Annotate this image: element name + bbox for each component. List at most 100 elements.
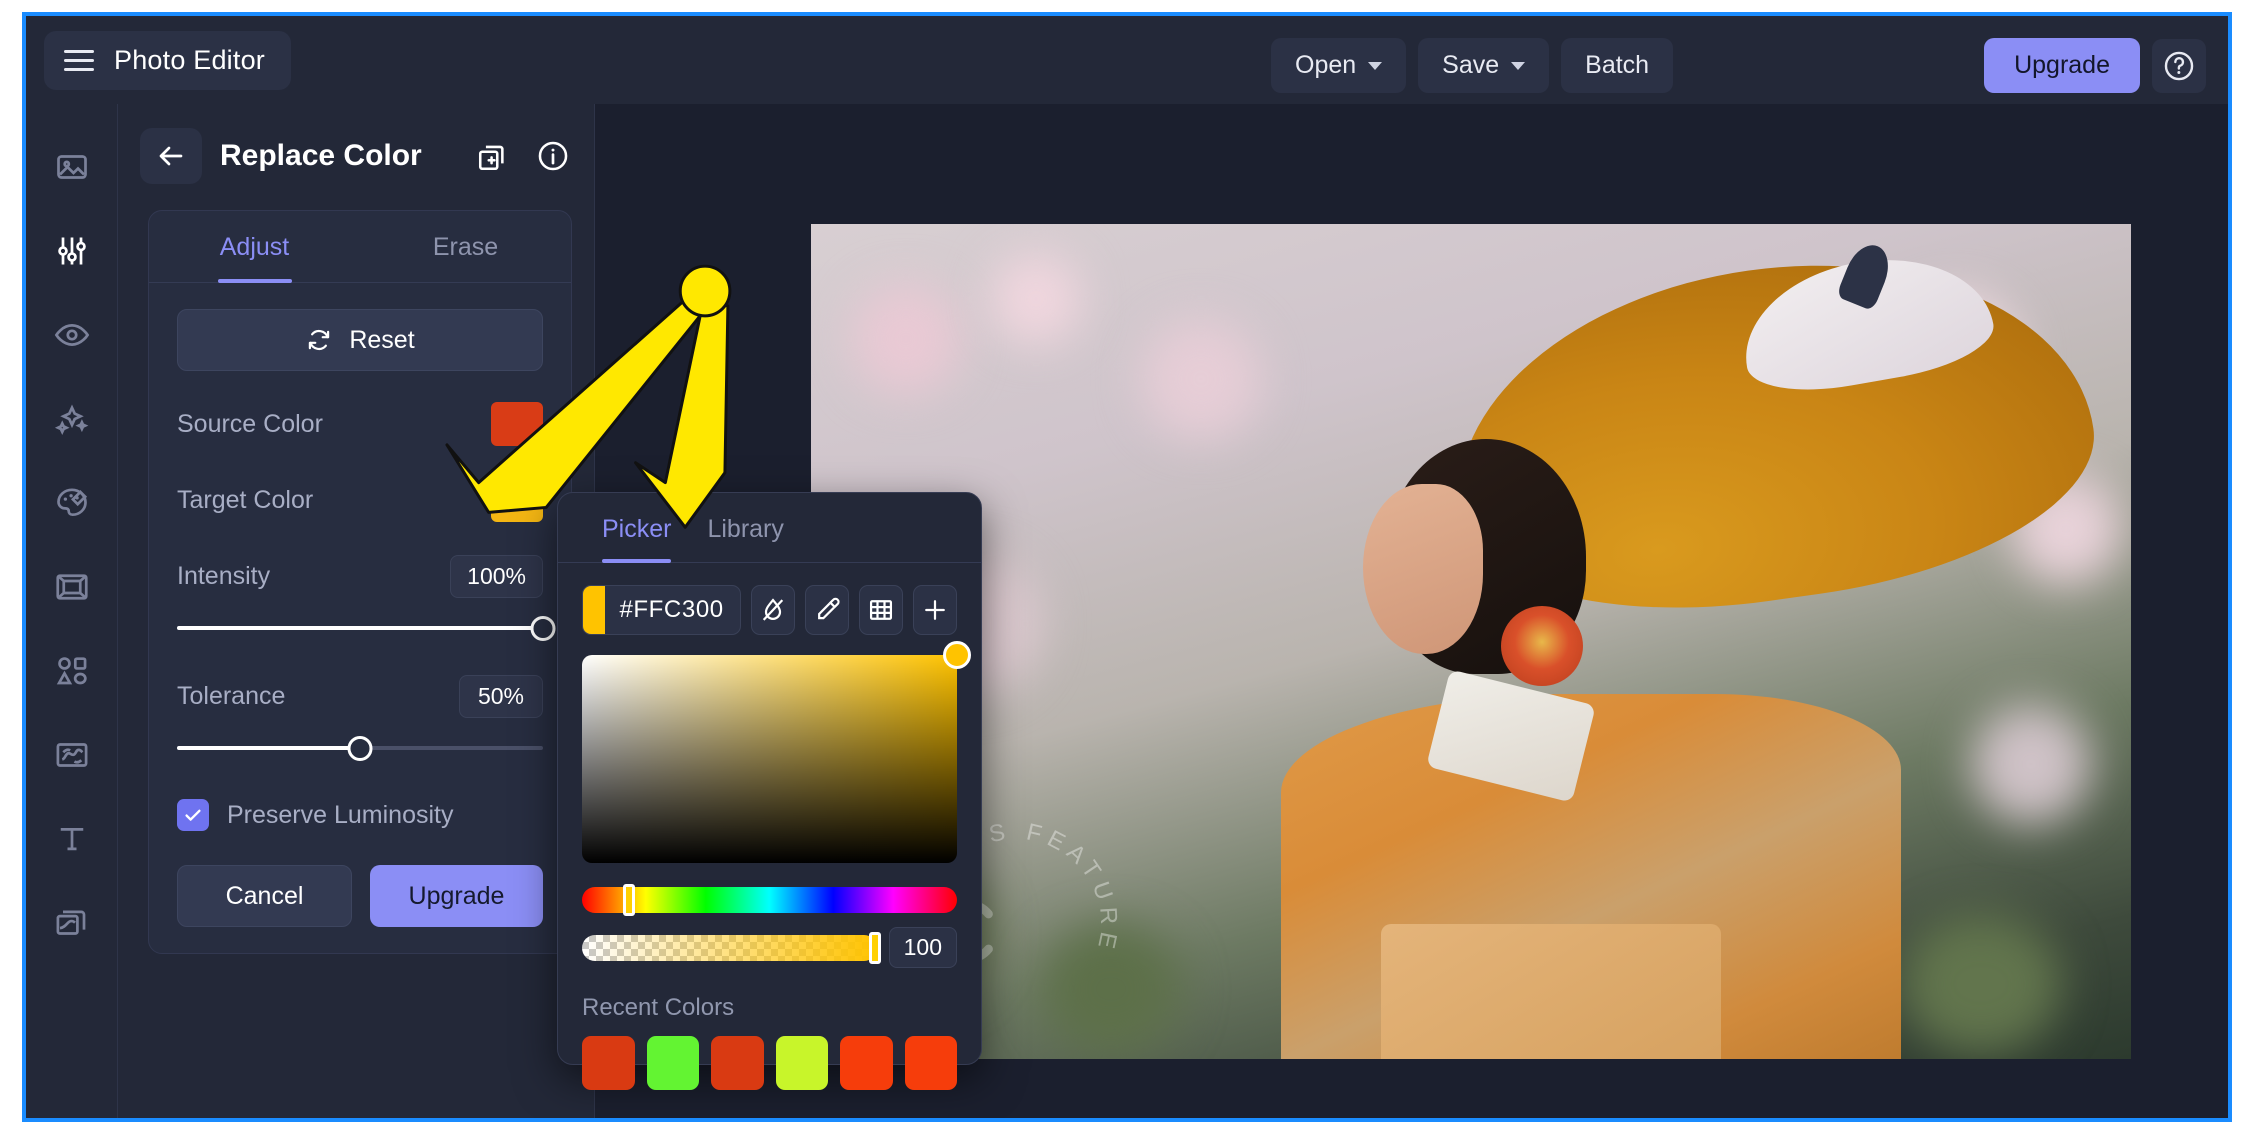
color-picker-popup[interactable]: Picker Library #FFC300 100 Recent Colors bbox=[557, 492, 982, 1090]
top-bar-right: Upgrade bbox=[1984, 38, 2206, 93]
tab-erase[interactable]: Erase bbox=[360, 211, 571, 282]
recent-color-swatch[interactable] bbox=[646, 1036, 699, 1090]
sidebar-item-effects-tool[interactable] bbox=[49, 396, 95, 442]
sidebar-item-paint-tool[interactable] bbox=[49, 480, 95, 526]
sidebar-item-layers-tool[interactable] bbox=[49, 900, 95, 946]
panel-card: Adjust Erase Reset Source Color Target C… bbox=[148, 210, 572, 954]
current-color-swatch bbox=[583, 586, 606, 634]
layers-icon bbox=[56, 910, 85, 935]
hue-slider-knob[interactable] bbox=[622, 884, 635, 916]
hamburger-icon[interactable] bbox=[64, 49, 94, 71]
duplicate-layer-button[interactable] bbox=[472, 135, 514, 177]
tab-picker[interactable]: Picker bbox=[584, 493, 689, 563]
top-bar: Photo Editor Open Save Batch Upgrade bbox=[26, 16, 2228, 104]
sidebar-item-texture-tool[interactable] bbox=[49, 732, 95, 778]
hex-value[interactable]: #FFC300 bbox=[605, 596, 739, 624]
sidebar-item-image-tool[interactable] bbox=[49, 144, 95, 190]
info-button[interactable] bbox=[532, 135, 574, 177]
preserve-luminosity-checkbox[interactable] bbox=[177, 799, 209, 831]
alpha-slider-knob[interactable] bbox=[868, 931, 881, 964]
app-brand-button[interactable]: Photo Editor bbox=[44, 30, 291, 90]
cancel-button[interactable]: Cancel bbox=[177, 865, 352, 927]
sidebar-item-adjustments-tool[interactable] bbox=[49, 228, 95, 274]
preserve-luminosity-row[interactable]: Preserve Luminosity bbox=[177, 799, 543, 831]
eyedropper-button[interactable] bbox=[804, 585, 849, 635]
no-color-button[interactable] bbox=[750, 585, 795, 635]
recent-color-swatch[interactable] bbox=[775, 1036, 828, 1090]
reset-button-label: Reset bbox=[349, 325, 415, 354]
upgrade-top-button[interactable]: Upgrade bbox=[1984, 38, 2140, 93]
intensity-slider-knob[interactable] bbox=[530, 616, 556, 641]
hair-flower-shape bbox=[1501, 606, 1583, 686]
refresh-icon bbox=[309, 329, 330, 351]
hue-slider[interactable] bbox=[582, 884, 957, 916]
open-button[interactable]: Open bbox=[1271, 38, 1407, 93]
eyedropper-icon bbox=[817, 597, 840, 620]
chevron-down-icon bbox=[1511, 61, 1526, 70]
save-button-label: Save bbox=[1442, 51, 1500, 79]
source-color-row: Source Color bbox=[177, 401, 543, 447]
tool-rail bbox=[26, 104, 118, 1118]
picker-tabs: Picker Library bbox=[558, 493, 981, 563]
help-button[interactable] bbox=[2152, 38, 2206, 93]
intensity-slider-fill bbox=[177, 626, 543, 630]
perspective-frame-icon bbox=[55, 574, 88, 600]
adjustments-icon bbox=[57, 237, 86, 265]
shapes-icon bbox=[56, 657, 87, 685]
target-color-swatch[interactable] bbox=[491, 478, 543, 522]
info-circle-icon bbox=[538, 141, 568, 171]
palette-grid-button[interactable] bbox=[858, 585, 903, 635]
intensity-slider[interactable] bbox=[177, 613, 556, 643]
tab-adjust[interactable]: Adjust bbox=[149, 211, 360, 282]
recent-color-swatch[interactable] bbox=[904, 1036, 957, 1090]
recent-color-swatch[interactable] bbox=[840, 1036, 893, 1090]
palette-icon bbox=[56, 488, 87, 517]
arrow-left-icon bbox=[159, 146, 183, 166]
saturation-value-knob[interactable] bbox=[943, 641, 971, 669]
texture-mask-icon bbox=[56, 743, 87, 767]
recent-color-swatch[interactable] bbox=[711, 1036, 764, 1090]
recent-color-swatch[interactable] bbox=[582, 1036, 635, 1090]
alpha-value[interactable]: 100 bbox=[888, 927, 957, 968]
panel-upgrade-button[interactable]: Upgrade bbox=[370, 865, 543, 927]
sidebar-item-perspective-tool[interactable] bbox=[49, 564, 95, 610]
recent-colors-grid bbox=[582, 1036, 957, 1090]
check-icon bbox=[185, 809, 201, 821]
reset-button[interactable]: Reset bbox=[177, 309, 543, 371]
tool-panel: Replace Color Adjust Erase Reset Source … bbox=[118, 104, 595, 1118]
tolerance-slider-fill bbox=[177, 746, 360, 750]
preserve-luminosity-label: Preserve Luminosity bbox=[227, 800, 454, 829]
top-bar-actions: Open Save Batch bbox=[1271, 38, 1674, 93]
tab-library[interactable]: Library bbox=[689, 493, 801, 562]
intensity-value[interactable]: 100% bbox=[450, 554, 543, 598]
tolerance-slider-knob[interactable] bbox=[347, 736, 373, 761]
alpha-slider[interactable] bbox=[582, 931, 881, 964]
tolerance-slider[interactable] bbox=[177, 733, 543, 763]
save-button[interactable]: Save bbox=[1418, 38, 1550, 93]
app-window: Photo Editor Open Save Batch Upgrade Rep… bbox=[22, 12, 2232, 1122]
batch-button[interactable]: Batch bbox=[1561, 38, 1674, 93]
target-color-label: Target Color bbox=[177, 485, 314, 514]
sidebar-item-text-tool[interactable] bbox=[49, 816, 95, 862]
target-color-row: Target Color bbox=[177, 477, 543, 523]
back-button[interactable] bbox=[140, 128, 202, 184]
palette-grid-icon bbox=[869, 600, 892, 620]
obi-shape bbox=[1381, 924, 1721, 1059]
sidebar-item-retouch-eye-tool[interactable] bbox=[49, 312, 95, 358]
chevron-down-icon bbox=[1368, 61, 1383, 70]
panel-header: Replace Color bbox=[118, 104, 594, 206]
hex-input-wrapper[interactable]: #FFC300 bbox=[582, 585, 741, 635]
saturation-value-area[interactable] bbox=[582, 641, 971, 863]
add-color-button[interactable] bbox=[912, 585, 958, 635]
tolerance-label: Tolerance bbox=[177, 681, 286, 710]
source-color-swatch[interactable] bbox=[491, 402, 543, 446]
tolerance-row: Tolerance 50% bbox=[177, 673, 543, 719]
sidebar-item-shapes-tool[interactable] bbox=[49, 648, 95, 694]
alpha-row: 100 bbox=[582, 927, 957, 968]
intensity-row: Intensity 100% bbox=[177, 553, 543, 599]
tolerance-value[interactable]: 50% bbox=[459, 674, 543, 718]
app-title: Photo Editor bbox=[114, 44, 265, 75]
photo-preview[interactable]: PLUS FEATURE + OCOMP.info ВОПРОСЫ АДМИНУ bbox=[811, 224, 2131, 1059]
add-color-icon bbox=[925, 600, 945, 620]
panel-tabs: Adjust Erase bbox=[149, 211, 571, 283]
